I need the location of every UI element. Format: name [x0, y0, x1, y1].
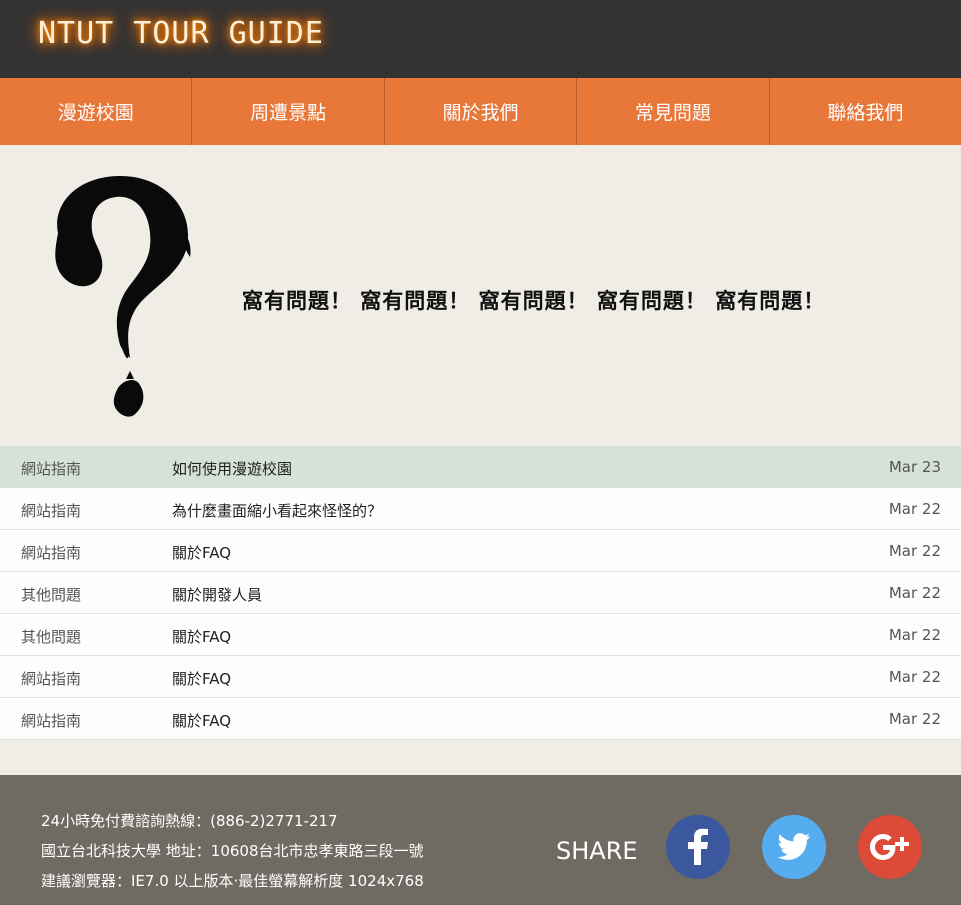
faq-category: 其他問題 — [21, 586, 82, 604]
site-footer: 24小時免付費諮詢熱線：(886-2)2771-217 國立台北科技大學 地址：… — [0, 775, 961, 905]
question-mark-brush-icon — [55, 175, 191, 417]
share-label: SHARE — [556, 837, 638, 865]
faq-date: Mar 23 — [888, 458, 941, 476]
nav-item-about-us[interactable]: 關於我們 — [385, 78, 578, 145]
nav-item-faq[interactable]: 常見問題 — [577, 78, 770, 145]
faq-date: Mar 22 — [888, 626, 941, 644]
faq-row[interactable]: 網站指南 關於FAQ Mar 22 — [0, 530, 961, 572]
site-header: NTUT TOUR GUIDE — [0, 0, 961, 78]
faq-row[interactable]: 其他問題 關於開發人員 Mar 22 — [0, 572, 961, 614]
main-nav: 漫遊校園 周遭景點 關於我們 常見問題 聯絡我們 — [0, 78, 961, 145]
faq-title[interactable]: 關於開發人員 — [172, 584, 262, 605]
faq-category: 網站指南 — [21, 502, 82, 520]
hero-banner: 窩有問題！ 窩有問題！ 窩有問題！ 窩有問題！ 窩有問題！ — [0, 145, 961, 446]
faq-title[interactable]: 關於FAQ — [172, 710, 231, 731]
facebook-icon[interactable] — [666, 815, 730, 879]
faq-title[interactable]: 關於FAQ — [172, 542, 231, 563]
faq-category: 網站指南 — [21, 670, 82, 688]
faq-title[interactable]: 如何使用漫遊校園 — [172, 458, 292, 479]
twitter-icon[interactable] — [762, 815, 826, 879]
site-logo[interactable]: NTUT TOUR GUIDE — [38, 16, 324, 51]
faq-category: 網站指南 — [21, 712, 82, 730]
faq-date: Mar 22 — [888, 668, 941, 686]
faq-title[interactable]: 為什麼畫面縮小看起來怪怪的？ — [172, 500, 382, 521]
footer-browser-note: 建議瀏覽器：IE7.0 以上版本‧最佳螢幕解析度 1024x768 — [41, 872, 424, 890]
hero-text: 窩有問題！ 窩有問題！ 窩有問題！ 窩有問題！ 窩有問題！ — [242, 289, 826, 313]
faq-row[interactable]: 網站指南 為什麼畫面縮小看起來怪怪的？ Mar 22 — [0, 488, 961, 530]
faq-date: Mar 22 — [888, 710, 941, 728]
faq-list: 網站指南 如何使用漫遊校園 Mar 23 網站指南 為什麼畫面縮小看起來怪怪的？… — [0, 446, 961, 740]
faq-category: 網站指南 — [21, 460, 82, 478]
faq-category: 其他問題 — [21, 628, 82, 646]
footer-address: 國立台北科技大學 地址：10608台北市忠孝東路三段一號 — [41, 842, 424, 860]
faq-date: Mar 22 — [888, 500, 941, 518]
faq-category: 網站指南 — [21, 544, 82, 562]
faq-row[interactable]: 網站指南 關於FAQ Mar 22 — [0, 656, 961, 698]
nav-item-contact-us[interactable]: 聯絡我們 — [770, 78, 961, 145]
faq-row[interactable]: 其他問題 關於FAQ Mar 22 — [0, 614, 961, 656]
faq-row[interactable]: 網站指南 關於FAQ Mar 22 — [0, 698, 961, 740]
google-plus-icon[interactable] — [858, 815, 922, 879]
faq-date: Mar 22 — [888, 542, 941, 560]
faq-title[interactable]: 關於FAQ — [172, 668, 231, 689]
faq-title[interactable]: 關於FAQ — [172, 626, 231, 647]
faq-row[interactable]: 網站指南 如何使用漫遊校園 Mar 23 — [0, 446, 961, 488]
faq-date: Mar 22 — [888, 584, 941, 602]
nav-item-nearby-attractions[interactable]: 周遭景點 — [192, 78, 385, 145]
footer-hotline: 24小時免付費諮詢熱線：(886-2)2771-217 — [41, 812, 338, 830]
nav-item-campus-tour[interactable]: 漫遊校園 — [0, 78, 193, 145]
